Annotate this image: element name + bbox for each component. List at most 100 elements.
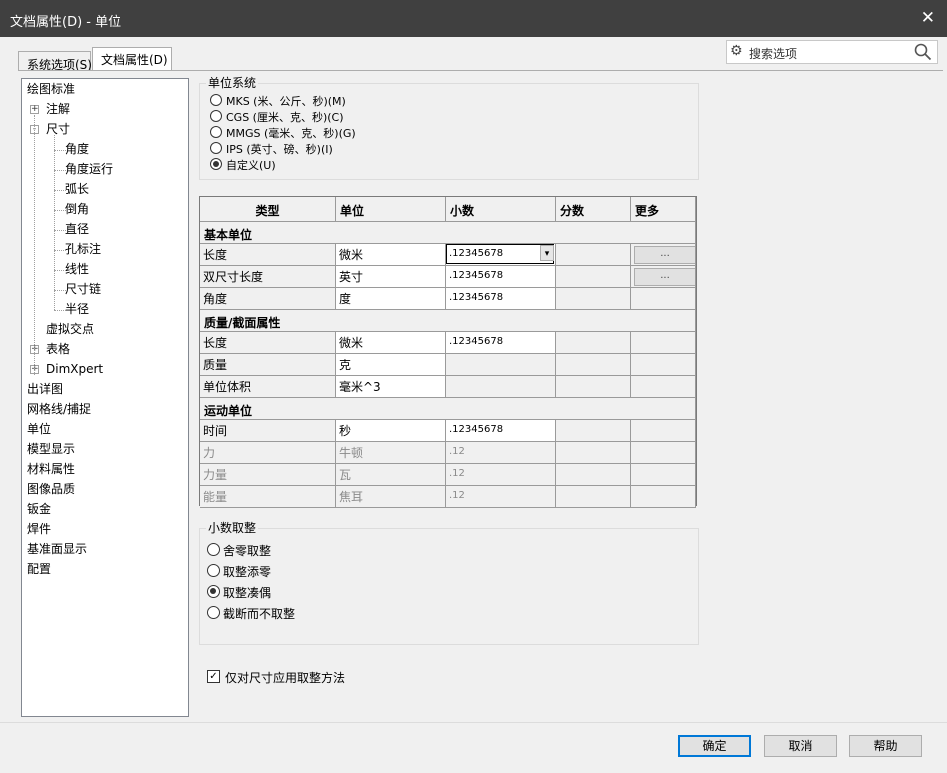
tree-item[interactable]: 弧长 bbox=[65, 181, 89, 197]
type-cell: 力 bbox=[200, 442, 336, 464]
type-label: 力 bbox=[203, 446, 216, 460]
tab-document-properties[interactable]: 文档属性(D) bbox=[92, 47, 172, 71]
gear-icon[interactable]: ⚙ bbox=[730, 43, 743, 59]
more-cell bbox=[631, 486, 696, 508]
fraction-cell bbox=[556, 354, 631, 376]
radio-label: 自定义(U) bbox=[226, 159, 276, 172]
tree-item[interactable]: 注解 bbox=[46, 101, 70, 117]
tree-item[interactable]: 绘图标准 bbox=[27, 81, 75, 97]
more-cell bbox=[631, 288, 696, 310]
radio-button[interactable] bbox=[210, 110, 222, 122]
fraction-cell bbox=[556, 376, 631, 398]
tree-item[interactable]: 孔标注 bbox=[65, 241, 101, 257]
unit-select[interactable]: 度 bbox=[336, 288, 446, 310]
decimal-combo-focus[interactable] bbox=[446, 244, 554, 264]
radio-label: 取整添零 bbox=[223, 565, 272, 579]
radio-label: 舍零取整 bbox=[223, 544, 272, 558]
tree-item[interactable]: 倒角 bbox=[65, 201, 89, 217]
tree-item[interactable]: 焊件 bbox=[27, 521, 51, 537]
tree-item[interactable]: 材料属性 bbox=[27, 461, 75, 477]
tree-item[interactable]: 角度 bbox=[65, 141, 89, 157]
radio-label: MMGS (毫米、克、秒)(G) bbox=[226, 127, 356, 140]
tree-item[interactable]: 尺寸 bbox=[46, 121, 70, 137]
more-cell bbox=[631, 376, 696, 398]
fraction-cell bbox=[556, 244, 631, 266]
radio-button[interactable] bbox=[210, 94, 222, 106]
tab-system-options[interactable]: 系统选项(S) bbox=[18, 51, 92, 72]
tree-item[interactable]: 单位 bbox=[27, 421, 51, 437]
decimal-select[interactable]: .12345678 bbox=[446, 420, 556, 442]
close-icon[interactable]: ✕ bbox=[921, 8, 935, 28]
radio-button[interactable] bbox=[210, 126, 222, 138]
tree-connector bbox=[54, 290, 66, 291]
column-header: 单位 bbox=[336, 197, 446, 222]
fraction-cell bbox=[556, 486, 631, 508]
unit-select[interactable]: 秒 bbox=[336, 420, 446, 442]
radio-label: IPS (英寸、磅、秒)(I) bbox=[226, 143, 333, 156]
tree-item[interactable]: 模型显示 bbox=[27, 441, 75, 457]
unit-select[interactable]: 英寸 bbox=[336, 266, 446, 288]
unit-select: 焦耳 bbox=[336, 486, 446, 508]
tree-connector bbox=[54, 270, 66, 271]
radio-button[interactable] bbox=[207, 564, 220, 577]
tree-item[interactable]: 基准面显示 bbox=[27, 541, 87, 557]
type-label: 长度 bbox=[203, 336, 228, 350]
radio-button[interactable] bbox=[210, 142, 222, 154]
unit-value: 焦耳 bbox=[339, 490, 364, 504]
radio-button[interactable] bbox=[207, 606, 220, 619]
decimal-value: .12 bbox=[449, 446, 465, 457]
tree-item[interactable]: 尺寸链 bbox=[65, 281, 101, 297]
radio-button[interactable] bbox=[210, 158, 222, 170]
section-title: 运动单位 bbox=[204, 404, 253, 418]
unit-select[interactable]: 微米 bbox=[336, 244, 446, 266]
radio-button[interactable] bbox=[207, 543, 220, 556]
tree-item[interactable]: 直径 bbox=[65, 221, 89, 237]
more-options-button[interactable]: ... bbox=[634, 268, 695, 286]
unit-select[interactable]: 毫米^3 bbox=[336, 376, 446, 398]
help-button[interactable]: 帮助 bbox=[849, 735, 922, 757]
tree-item[interactable]: 钣金 bbox=[27, 501, 51, 517]
expand-icon[interactable]: + bbox=[30, 105, 39, 114]
cancel-button[interactable]: 取消 bbox=[764, 735, 837, 757]
type-cell: 双尺寸长度 bbox=[200, 266, 336, 288]
tree-item[interactable]: 表格 bbox=[46, 341, 70, 357]
tree-item[interactable]: 网格线/捕捉 bbox=[27, 401, 91, 417]
ok-button[interactable]: 确定 bbox=[678, 735, 751, 757]
tree-item[interactable]: 虚拟交点 bbox=[46, 321, 94, 337]
unit-value: 秒 bbox=[339, 424, 352, 438]
decimal-select[interactable]: .12345678 bbox=[446, 288, 556, 310]
chevron-down-icon[interactable]: ▾ bbox=[540, 245, 554, 261]
search-icon[interactable] bbox=[913, 42, 933, 62]
checkbox-box[interactable]: ✓ bbox=[207, 670, 220, 683]
decimal-select[interactable]: .12345678 ▾ bbox=[446, 244, 556, 266]
unit-value: 微米 bbox=[339, 336, 364, 350]
type-cell: 角度 bbox=[200, 288, 336, 310]
unit-select[interactable]: 克 bbox=[336, 354, 446, 376]
tree-item[interactable]: 线性 bbox=[65, 261, 89, 277]
tree-item[interactable]: 出详图 bbox=[27, 381, 63, 397]
tree-item[interactable]: 配置 bbox=[27, 561, 51, 577]
tab-divider bbox=[18, 70, 943, 71]
radio-button[interactable] bbox=[207, 585, 220, 598]
unit-select[interactable]: 微米 bbox=[336, 332, 446, 354]
unit-system-legend: 单位系统 bbox=[206, 76, 259, 90]
tree-connector bbox=[54, 310, 66, 311]
units-table: 类型 单位 小数 分数 更多 基本单位 长度 微米 .12345678 ▾... 双尺寸长度 英寸 .1… bbox=[199, 196, 697, 508]
more-cell: ... bbox=[631, 244, 696, 266]
tree-item[interactable]: 半径 bbox=[65, 301, 89, 317]
tab-label: 文档属性(D) bbox=[101, 53, 168, 67]
more-cell: ... bbox=[631, 266, 696, 288]
decimal-select[interactable]: .12345678 bbox=[446, 266, 556, 288]
fraction-cell bbox=[556, 332, 631, 354]
tree-item[interactable]: 角度运行 bbox=[65, 161, 113, 177]
tree-connector bbox=[54, 170, 66, 171]
type-label: 角度 bbox=[203, 292, 228, 306]
section-header: 运动单位 bbox=[200, 398, 696, 420]
search-options-input[interactable]: ⚙ 搜索选项 bbox=[726, 40, 938, 64]
section-title: 基本单位 bbox=[204, 228, 253, 242]
type-label: 能量 bbox=[203, 490, 228, 504]
more-options-button[interactable]: ... bbox=[634, 246, 695, 264]
decimal-select[interactable]: .12345678 bbox=[446, 332, 556, 354]
tree-item[interactable]: DimXpert bbox=[46, 361, 103, 377]
tree-item[interactable]: 图像品质 bbox=[27, 481, 75, 497]
